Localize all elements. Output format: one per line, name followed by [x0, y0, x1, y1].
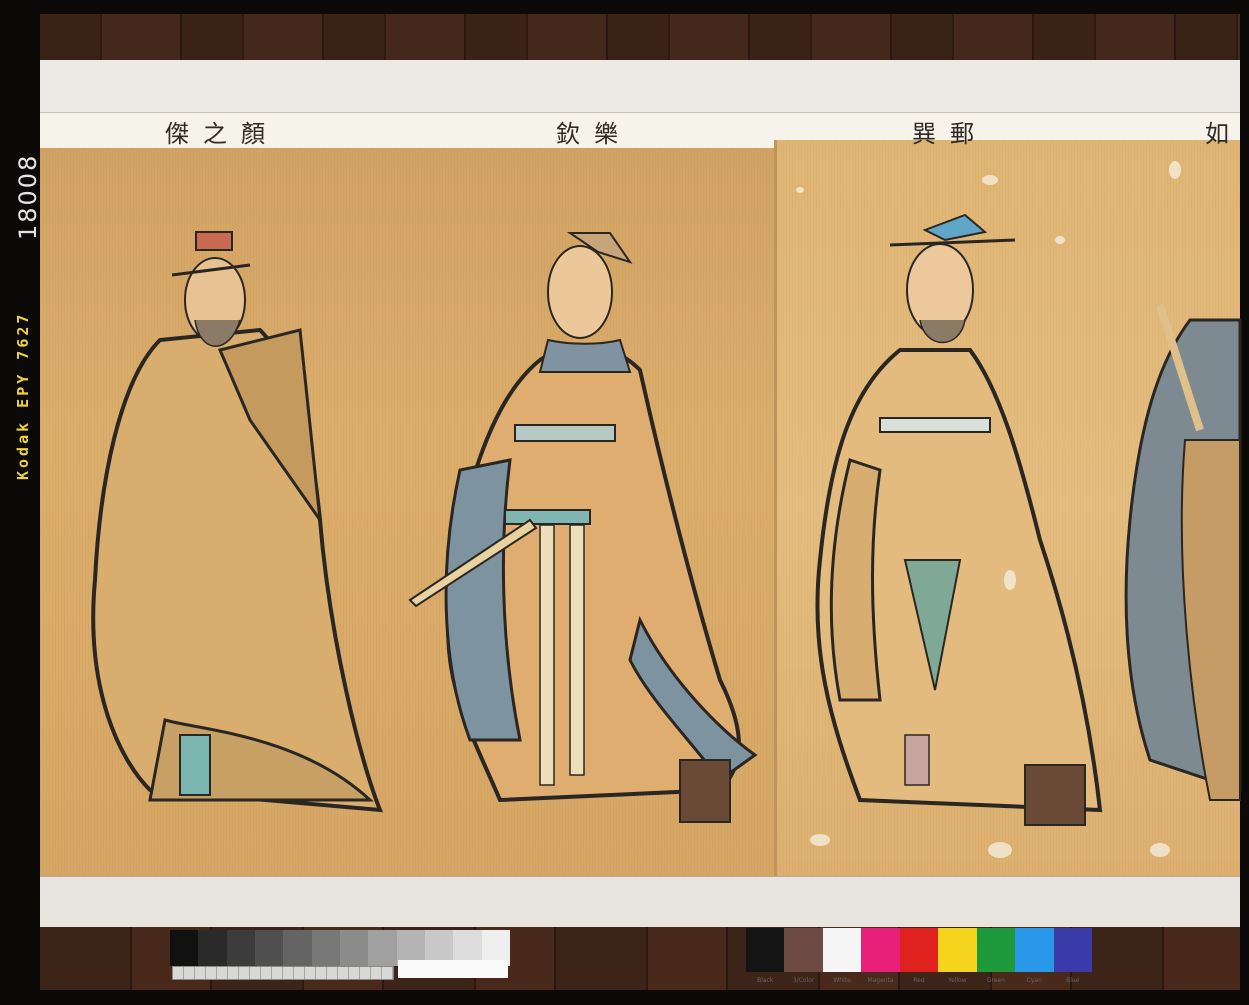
color-patch: White — [822, 928, 862, 984]
measurement-ruler — [172, 966, 394, 980]
figure-4-partial — [1124, 303, 1242, 801]
gray-patch — [311, 930, 340, 966]
gray-patch — [170, 930, 199, 966]
scroll-photograph: 傑之顏 欽樂 巽郵 如 18008 Kodak EPY 7627 Black 3… — [0, 0, 1249, 1005]
color-patch: Blue — [1053, 928, 1092, 984]
gray-patch — [283, 930, 312, 966]
color-patch-label: White — [833, 977, 851, 984]
color-patch: Black — [746, 928, 785, 984]
color-patch: Cyan — [1015, 928, 1054, 984]
color-patch: Green — [976, 928, 1016, 984]
film-frame-number: 18008 — [14, 153, 42, 240]
color-patch-label: Black — [757, 977, 774, 984]
gray-patch — [368, 930, 397, 966]
color-patch-label: Red — [913, 977, 925, 984]
color-patch: Yellow — [938, 928, 977, 984]
gray-patch — [339, 930, 369, 966]
figure-paintings — [91, 161, 1242, 858]
color-patch: Magenta — [861, 928, 900, 984]
gray-patch — [254, 930, 284, 966]
film-edge-text: Kodak EPY 7627 — [14, 311, 32, 480]
color-patch-label: Cyan — [1026, 977, 1042, 984]
color-patch: Red — [899, 928, 939, 984]
white-reference-patch — [398, 960, 508, 978]
color-patch-label: Yellow — [948, 977, 967, 984]
color-patch-label: Blue — [1066, 977, 1080, 984]
color-patch-label: 3/Color — [792, 977, 815, 984]
color-patch: 3/Color — [784, 928, 823, 984]
color-patch-label: Magenta — [867, 977, 894, 984]
gray-patch — [226, 930, 255, 966]
color-patch-label: Green — [986, 977, 1005, 984]
figure-1 — [91, 231, 384, 813]
figure-3 — [815, 213, 1103, 826]
color-calibration-chart: Black 3/Color White Magenta Red Yellow Green Cy… — [746, 928, 1092, 984]
gray-patch — [198, 930, 227, 966]
figure-2 — [408, 232, 758, 823]
